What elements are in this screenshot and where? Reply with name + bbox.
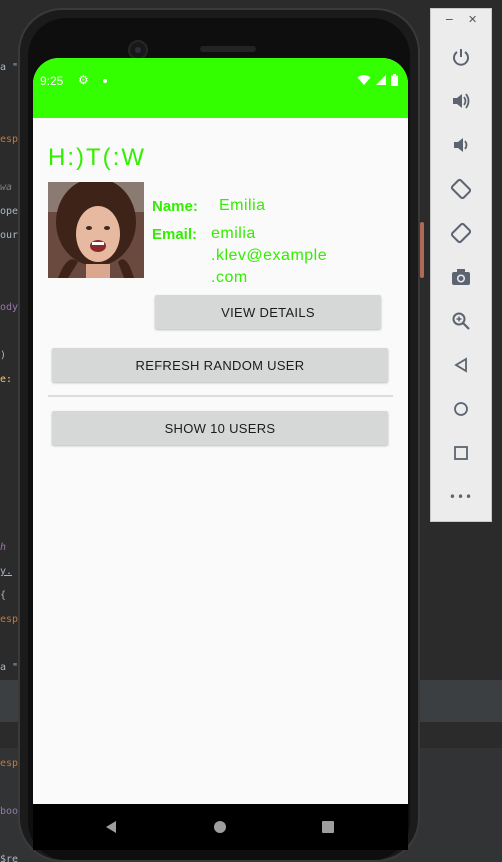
section-divider — [48, 395, 393, 397]
volume-down-icon[interactable] — [447, 131, 475, 159]
battery-icon — [391, 74, 398, 86]
earpiece-speaker — [200, 46, 256, 52]
ide-code-fragment: our — [0, 230, 19, 241]
ide-code-fragment: wa — [0, 182, 13, 193]
ide-code-fragment: esp — [0, 758, 19, 769]
front-camera — [128, 40, 148, 60]
ide-code-fragment: a " — [0, 62, 19, 73]
ide-code-fragment: boo — [0, 806, 19, 817]
ide-code-fragment: a " — [0, 662, 19, 673]
app-title: H:)T(:W — [48, 144, 146, 171]
back-icon[interactable] — [447, 351, 475, 379]
email-value-line1: emilia — [211, 225, 256, 242]
home-icon[interactable] — [447, 395, 475, 423]
ide-code-fragment: ) — [0, 350, 7, 361]
zoom-icon[interactable] — [447, 307, 475, 335]
volume-up-icon[interactable] — [447, 87, 475, 115]
power-icon[interactable] — [447, 43, 475, 71]
user-avatar — [48, 182, 144, 278]
navigation-bar — [33, 804, 408, 850]
home-nav-icon[interactable] — [213, 820, 227, 834]
emulator-window-controls: − ✕ — [431, 13, 491, 35]
ide-code-fragment: ody — [0, 302, 19, 313]
ide-code-fragment: h — [0, 542, 7, 553]
overview-nav-icon[interactable] — [321, 820, 335, 834]
rotate-left-icon[interactable] — [447, 175, 475, 203]
phone-side-button[interactable] — [420, 222, 424, 278]
more-options-icon[interactable]: ••• — [447, 483, 475, 511]
name-value: Emilia — [219, 197, 266, 214]
status-icons — [357, 74, 398, 86]
settings-gear-icon: ⚙ — [78, 73, 89, 87]
minimize-button[interactable]: − — [445, 13, 454, 35]
email-label: Email: — [152, 226, 198, 243]
show-10-users-button[interactable]: SHOW 10 USERS — [52, 411, 388, 445]
overview-icon[interactable] — [447, 439, 475, 467]
app-screen: 9:25 ⚙ H:)T(:W Name: Emilia Email: emili… — [33, 58, 408, 804]
notification-dot-icon — [103, 79, 107, 83]
status-time: 9:25 — [40, 74, 64, 88]
back-nav-icon[interactable] — [104, 820, 118, 834]
ide-code-fragment: { — [0, 590, 7, 601]
ide-code-fragment: esp — [0, 134, 19, 145]
ide-code-fragment: ope — [0, 206, 19, 217]
view-details-button[interactable]: VIEW DETAILS — [155, 295, 381, 329]
ide-code-fragment: y. — [0, 566, 13, 577]
close-button[interactable]: ✕ — [468, 13, 477, 35]
wifi-icon — [357, 75, 371, 85]
email-value-line3: .com — [211, 269, 248, 286]
status-bar: 9:25 ⚙ — [33, 58, 408, 118]
name-label: Name: — [152, 198, 198, 215]
ide-code-fragment: $re — [0, 854, 19, 862]
email-value-line2: .klev@example — [211, 247, 328, 264]
camera-icon[interactable] — [447, 263, 475, 291]
rotate-right-icon[interactable] — [447, 219, 475, 247]
refresh-random-user-button[interactable]: REFRESH RANDOM USER — [52, 348, 388, 382]
emulator-control-panel: − ✕ ••• — [430, 8, 492, 522]
ide-code-fragment: e: — [0, 374, 13, 385]
cell-signal-icon — [376, 75, 386, 85]
